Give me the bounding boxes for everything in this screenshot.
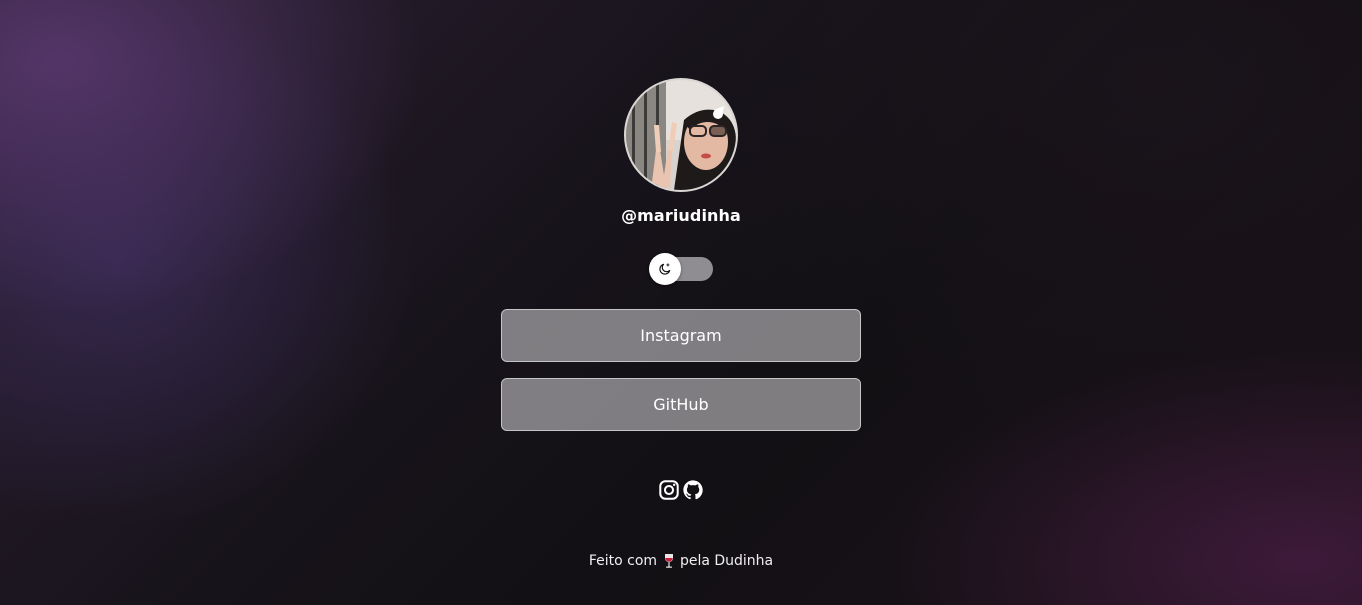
footer: Feito com pela Dudinha xyxy=(0,553,1362,569)
moon-icon xyxy=(659,263,671,275)
github-link-button[interactable]: GitHub xyxy=(501,378,861,431)
github-icon[interactable] xyxy=(682,479,704,501)
instagram-link-button[interactable]: Instagram xyxy=(501,309,861,362)
username: @mariudinha xyxy=(621,206,741,225)
social-icons xyxy=(658,479,704,501)
page: @mariudinha Instagram GitHub Feito com p… xyxy=(0,0,1362,605)
profile-section: @mariudinha Instagram GitHub xyxy=(0,0,1362,501)
link-list: Instagram GitHub xyxy=(501,309,861,431)
toggle-knob[interactable] xyxy=(649,253,681,285)
wine-glass-icon xyxy=(664,554,673,568)
theme-toggle[interactable] xyxy=(649,253,713,285)
avatar-photo xyxy=(626,80,736,190)
footer-text-after: pela Dudinha xyxy=(679,553,774,569)
instagram-icon[interactable] xyxy=(658,479,680,501)
avatar xyxy=(624,78,738,192)
footer-text-before: Feito com xyxy=(588,553,658,569)
